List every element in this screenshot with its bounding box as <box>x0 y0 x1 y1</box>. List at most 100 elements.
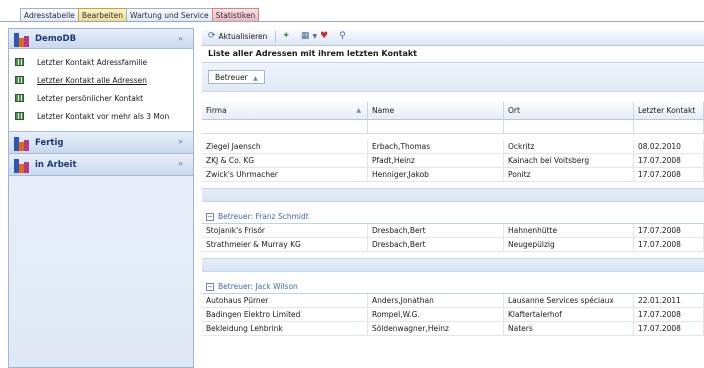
filter-cell-letzter-kontakt[interactable] <box>634 120 704 133</box>
column-header-label: Firma <box>206 106 227 115</box>
cell-ort: Kainach bei Voitsberg <box>504 154 634 167</box>
cell-ort: Klaftertalerhof <box>504 308 634 321</box>
group-by-panel: Betreuer ▲ <box>202 62 704 92</box>
sidebar-item-label: Letzter Kontakt alle Adressen <box>37 75 147 85</box>
collapse-group-icon[interactable]: − <box>206 282 214 291</box>
tab-bearbeiten[interactable]: Bearbeiten <box>77 8 128 22</box>
column-header-letzter-kontakt[interactable]: Letzter Kontakt <box>634 102 704 119</box>
column-header-name[interactable]: Name <box>368 102 504 119</box>
cell-firma: Bekleidung Lehbrink <box>202 322 368 335</box>
sidebar-item-letzter-kontakt-alle-adressen[interactable]: Letzter Kontakt alle Adressen <box>9 71 193 89</box>
group-header-jack-wilson[interactable]: − Betreuer: Jack Wilson <box>202 280 704 294</box>
group-header-label: Betreuer: Jack Wilson <box>218 282 298 291</box>
page-title: Liste aller Adressen mit ihrem letzten K… <box>208 49 418 58</box>
filter-cell-ort[interactable] <box>504 120 634 133</box>
cell-name: Dresbach,Bert <box>368 224 504 237</box>
sidebar-item-label: Letzter persönlicher Kontakt <box>37 93 144 103</box>
collapse-chevron-icon[interactable]: « <box>178 34 183 43</box>
sidebar: DemoDB « Letzter Kontakt Adressfamilie L… <box>8 28 194 368</box>
sidebar-item-label: Letzter Kontakt Adressfamilie <box>37 57 148 67</box>
search-icon: ⚲ <box>339 31 346 41</box>
filter-cell-name[interactable] <box>368 120 504 133</box>
cell-name: Söldenwagner,Heinz <box>368 322 504 335</box>
refresh-button[interactable]: ⟳ Aktualisieren <box>208 31 268 42</box>
sidebar-group-title: DemoDB <box>35 33 77 44</box>
refresh-label: Aktualisieren <box>218 32 268 41</box>
column-header-firma[interactable]: Firma ▲ <box>202 102 368 119</box>
table-row[interactable]: ZKJ & Co. KG Pfadt,Heinz Kainach bei Voi… <box>202 154 704 168</box>
table-row[interactable]: Ziegel Jaensch Erbach,Thomas Ockritz 08.… <box>202 140 704 154</box>
table-row[interactable]: Autohaus Pürner Anders,Jonathan Lausanne… <box>202 294 704 308</box>
cell-letzter-kontakt: 17.07.2008 <box>634 322 704 335</box>
group-summary-band <box>202 258 704 272</box>
cell-name: Dresbach,Bert <box>368 238 504 251</box>
cell-name: Pfadt,Heinz <box>368 154 504 167</box>
cell-ort: Ponitz <box>504 168 634 181</box>
cell-firma: Ziegel Jaensch <box>202 140 368 153</box>
sort-ascending-icon: ▲ <box>253 75 258 82</box>
cell-name: Anders,Jonathan <box>368 294 504 307</box>
column-header-ort[interactable]: Ort <box>504 102 634 119</box>
bar-chart-icon <box>13 157 31 173</box>
sidebar-item-letzter-persoenlicher-kontakt[interactable]: Letzter persönlicher Kontakt <box>9 89 193 107</box>
filter-row[interactable] <box>202 120 704 134</box>
table-icon <box>15 94 24 102</box>
toolbar: ⟳ Aktualisieren ✦ ▦ ▼ ♥ ⚲ <box>202 28 704 46</box>
cell-firma: Badingen Elektro Limited <box>202 308 368 321</box>
cell-firma: Zwick's Uhrmacher <box>202 168 368 181</box>
table-row[interactable]: Bekleidung Lehbrink Söldenwagner,Heinz N… <box>202 322 704 336</box>
sort-ascending-icon: ▲ <box>356 107 361 114</box>
cell-letzter-kontakt: 08.02.2010 <box>634 140 704 153</box>
cell-ort: Neugepülzig <box>504 238 634 251</box>
search-button[interactable]: ⚲ <box>339 32 349 41</box>
sidebar-group-in-arbeit[interactable]: in Arbeit » <box>9 154 193 176</box>
tab-row: Adresstabelle Bearbeiten Wartung und Ser… <box>20 8 260 22</box>
dropdown-arrow-icon: ▼ <box>312 33 318 40</box>
cell-firma: Strathmeier & Murray KG <box>202 238 368 251</box>
bar-chart-icon <box>13 31 31 47</box>
new-record-button[interactable]: ✦ <box>282 32 293 41</box>
cell-letzter-kontakt: 17.07.2008 <box>634 224 704 237</box>
expand-chevron-icon[interactable]: » <box>178 137 183 146</box>
sidebar-item-label: Letzter Kontakt vor mehr als 3 Mon <box>37 111 170 121</box>
collapse-group-icon[interactable]: − <box>206 212 214 221</box>
toolbar-separator <box>275 30 277 43</box>
sidebar-items: Letzter Kontakt Adressfamilie Letzter Ko… <box>9 49 193 132</box>
cell-firma: Autohaus Pürner <box>202 294 368 307</box>
cell-letzter-kontakt: 17.07.2008 <box>634 308 704 321</box>
group-by-chip-betreuer[interactable]: Betreuer ▲ <box>208 70 265 84</box>
layout-icon: ▦ <box>300 31 310 41</box>
table-row[interactable]: Stojanik's Frisör Dresbach,Bert Hahnenhü… <box>202 224 704 238</box>
refresh-icon: ⟳ <box>208 31 216 41</box>
main-panel: ⟳ Aktualisieren ✦ ▦ ▼ ♥ ⚲ Liste aller Ad… <box>202 28 704 368</box>
sidebar-group-fertig[interactable]: Fertig » <box>9 132 193 154</box>
cell-ort: Naters <box>504 322 634 335</box>
table-row[interactable]: Strathmeier & Murray KG Dresbach,Bert Ne… <box>202 238 704 252</box>
layout-menu-button[interactable]: ▦ ▼ ♥ <box>301 32 331 41</box>
sidebar-item-letzter-kontakt-vor-3-mon[interactable]: Letzter Kontakt vor mehr als 3 Mon <box>9 107 193 125</box>
column-header-label: Ort <box>508 106 520 115</box>
sidebar-item-letzter-kontakt-adressfamilie[interactable]: Letzter Kontakt Adressfamilie <box>9 53 193 71</box>
cell-letzter-kontakt: 17.07.2008 <box>634 238 704 251</box>
tab-statistiken[interactable]: Statistiken <box>211 8 260 22</box>
cell-ort: Hahnenhütte <box>504 224 634 237</box>
expand-chevron-icon[interactable]: » <box>178 159 183 168</box>
cell-ort: Ockritz <box>504 140 634 153</box>
group-header-franz-schmidt[interactable]: − Betreuer: Franz Schmidt <box>202 210 704 224</box>
tab-wartung-und-service[interactable]: Wartung und Service <box>126 8 213 22</box>
table-icon <box>15 76 24 84</box>
new-record-icon: ✦ <box>282 31 290 41</box>
filter-cell-firma[interactable] <box>202 120 368 133</box>
table-row[interactable]: Badingen Elektro Limited Rompel,W.G. Kla… <box>202 308 704 322</box>
group-header-label: Betreuer: Franz Schmidt <box>218 212 309 221</box>
cell-firma: Stojanik's Frisör <box>202 224 368 237</box>
table-row[interactable]: Zwick's Uhrmacher Henniger,Jakob Ponitz … <box>202 168 704 182</box>
tab-adresstabelle[interactable]: Adresstabelle <box>20 8 79 22</box>
table-icon <box>15 112 24 120</box>
cell-letzter-kontakt: 17.07.2008 <box>634 154 704 167</box>
sidebar-group-demodb[interactable]: DemoDB « <box>9 29 193 49</box>
grid-rows: Ziegel Jaensch Erbach,Thomas Ockritz 08.… <box>202 140 704 336</box>
group-by-chip-label: Betreuer <box>215 73 248 82</box>
tab-strip: Adresstabelle Bearbeiten Wartung und Ser… <box>0 0 704 22</box>
cell-firma: ZKJ & Co. KG <box>202 154 368 167</box>
